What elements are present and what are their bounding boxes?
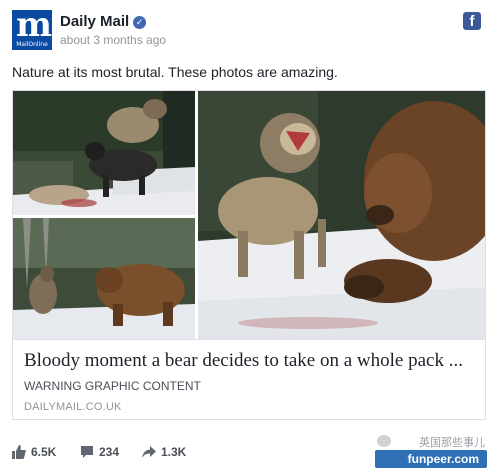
post-footer: 6.5K 234 1.3K 英国那些事儿 funpeer.com xyxy=(12,435,487,468)
daily-mail-avatar[interactable]: m MailOnline xyxy=(12,10,52,50)
bear-and-wolf-photo-image xyxy=(13,218,195,339)
wolves-photo-image xyxy=(13,91,195,215)
comment-bubble-icon xyxy=(80,445,94,462)
wechat-icon xyxy=(377,435,391,447)
post-timestamp[interactable]: about 3 months ago xyxy=(60,33,166,47)
like-count: 6.5K xyxy=(31,445,57,459)
link-card-domain: DAILYMAIL.CO.UK xyxy=(24,401,122,413)
wolves-photo[interactable] xyxy=(13,91,195,215)
funpeer-watermark: 英国那些事儿 funpeer.com xyxy=(375,434,487,468)
comment-count: 234 xyxy=(99,445,120,459)
bear-and-wolf-photo[interactable] xyxy=(13,218,195,339)
link-preview-card[interactable]: Bloody moment a bear decides to take on … xyxy=(12,90,486,420)
avatar-logo-subtext: MailOnline xyxy=(16,41,48,48)
bear-vs-wolf-main-photo-image xyxy=(198,91,485,339)
link-card-description: WARNING GRAPHIC CONTENT xyxy=(24,379,201,393)
share-arrow-icon xyxy=(142,445,156,462)
comment-count-button[interactable]: 234 xyxy=(80,445,119,462)
watermark-account-name: 英国那些事儿 xyxy=(419,437,485,449)
bear-vs-wolf-main-photo[interactable] xyxy=(198,91,485,339)
avatar-logo-letter: m xyxy=(16,10,52,45)
facebook-logo-icon: f xyxy=(463,12,481,30)
page-name[interactable]: Daily Mail xyxy=(60,13,129,30)
post-message: Nature at its most brutal. These photos … xyxy=(12,64,338,80)
thumbs-up-icon xyxy=(12,445,26,462)
link-card-body[interactable]: Bloody moment a bear decides to take on … xyxy=(13,339,485,419)
facebook-post: m MailOnline Daily Mail ✓ about 3 months … xyxy=(0,0,497,473)
like-count-button[interactable]: 6.5K xyxy=(12,445,56,462)
watermark-site: funpeer.com xyxy=(407,452,479,466)
share-count: 1.3K xyxy=(161,445,187,459)
share-count-button[interactable]: 1.3K xyxy=(142,445,186,462)
post-header: m MailOnline Daily Mail ✓ about 3 months … xyxy=(12,10,485,52)
verified-check-icon: ✓ xyxy=(133,16,147,29)
page-name-link[interactable]: Daily Mail ✓ xyxy=(60,13,147,30)
link-card-title[interactable]: Bloody moment a bear decides to take on … xyxy=(24,350,477,372)
